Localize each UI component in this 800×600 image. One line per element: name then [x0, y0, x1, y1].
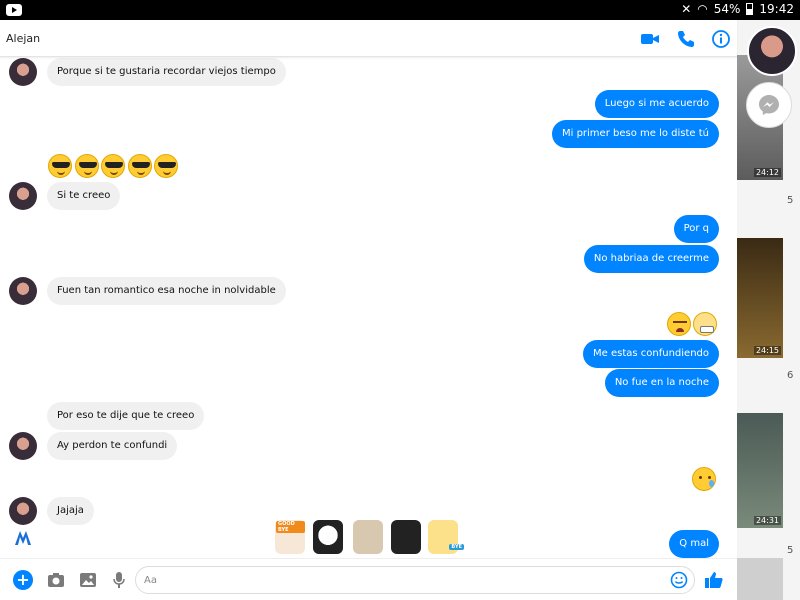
clock: 19:42	[759, 2, 794, 16]
emoji-icon[interactable]	[669, 570, 689, 590]
app-logo-icon	[15, 531, 31, 545]
outgoing-message[interactable]: No fue en la noche	[604, 369, 719, 397]
message-input[interactable]	[144, 572, 664, 589]
contact-avatar[interactable]	[9, 182, 37, 210]
crying-face-emoji-icon	[692, 467, 716, 491]
outgoing-message[interactable]: Por q	[673, 215, 719, 243]
tired-face-emoji-icon	[667, 312, 691, 336]
good-bye-sticker-icon[interactable]: GOOD BYE	[275, 520, 305, 554]
chat-header: Alejan	[0, 20, 737, 57]
incoming-message[interactable]: Ay perdon te confundi	[47, 432, 178, 460]
outgoing-message[interactable]: Me estas confundiendo	[583, 340, 719, 368]
black-cat-sticker-icon[interactable]	[391, 520, 421, 554]
gallery-icon[interactable]	[78, 570, 98, 590]
status-bar-right: ✕ ◠ 54% 19:42	[681, 2, 794, 16]
plus-icon[interactable]: +	[13, 570, 33, 590]
video-duration: 24:15	[753, 346, 781, 355]
video-duration: 24:12	[753, 168, 781, 177]
sunglasses-emoji-icon	[128, 154, 152, 178]
grimacing-emoji-icon	[693, 312, 717, 336]
incoming-message[interactable]: Si te creeo	[47, 182, 121, 210]
contact-name[interactable]: Alejan	[6, 32, 40, 45]
info-icon[interactable]	[711, 29, 731, 49]
message-input-wrapper[interactable]	[135, 566, 695, 594]
like-icon[interactable]	[704, 570, 724, 590]
messenger-bubble-button[interactable]	[746, 82, 792, 128]
sunglasses-emoji-icon	[48, 154, 72, 178]
message-composer: +	[0, 558, 737, 600]
mic-icon[interactable]	[109, 570, 129, 590]
video-thumbnail[interactable]	[737, 558, 783, 600]
message-list[interactable]: Porque si te gustaria recordar viejos ti…	[0, 57, 737, 558]
incoming-message[interactable]: Porque si te gustaria recordar viejos ti…	[47, 58, 286, 86]
phone-icon[interactable]	[676, 29, 696, 49]
sunglasses-emoji-icon	[101, 154, 125, 178]
sticker-label: BYE	[449, 544, 464, 550]
outgoing-message[interactable]: No habriaa de creerme	[583, 245, 719, 273]
camera-icon[interactable]	[46, 570, 66, 590]
video-call-icon[interactable]	[640, 29, 660, 49]
video-thumbnail[interactable]: 24:31	[737, 413, 783, 528]
messenger-icon	[759, 95, 779, 115]
outgoing-message[interactable]: Luego si me acuerdo	[594, 90, 719, 118]
sticker-label: GOOD BYE	[276, 521, 305, 533]
contact-avatar[interactable]	[9, 58, 37, 86]
incoming-message[interactable]: Por eso te dije que te creeo	[47, 402, 205, 430]
sunglasses-emoji-icon	[75, 154, 99, 178]
bye-character-sticker-icon[interactable]: BYE	[428, 520, 464, 554]
sticker-row[interactable]: GOOD BYE BYE	[275, 520, 465, 556]
mute-icon: ✕	[681, 2, 692, 16]
video-duration: 24:31	[753, 516, 781, 525]
battery-icon	[746, 3, 754, 15]
chat-head-avatar[interactable]	[747, 26, 797, 76]
dog-sticker-icon[interactable]	[353, 520, 383, 554]
video-thumbnail[interactable]: 24:15	[737, 238, 783, 358]
panda-sticker-icon[interactable]	[313, 520, 343, 554]
incoming-message[interactable]: Fuen tan romantico esa noche in nolvidab…	[47, 277, 286, 305]
gallery-label: 5	[787, 195, 794, 206]
outgoing-message[interactable]: Mi primer beso me lo diste tú	[551, 120, 719, 148]
battery-percent: 54%	[713, 2, 741, 16]
status-bar: ✕ ◠ 54% 19:42	[0, 0, 800, 20]
contact-avatar[interactable]	[9, 277, 37, 305]
gallery-label: 5	[787, 545, 794, 556]
youtube-icon	[6, 4, 22, 16]
outgoing-message[interactable]: Q mal	[669, 530, 719, 558]
chat-window: Alejan Porque si te gustaria recordar vi…	[0, 20, 737, 600]
contact-avatar[interactable]	[9, 432, 37, 460]
gallery-label: 6	[787, 370, 794, 381]
wifi-icon: ◠	[697, 2, 708, 16]
incoming-message[interactable]: Jajaja	[47, 497, 94, 525]
contact-avatar[interactable]	[9, 497, 37, 525]
sunglasses-emoji-icon	[154, 154, 178, 178]
